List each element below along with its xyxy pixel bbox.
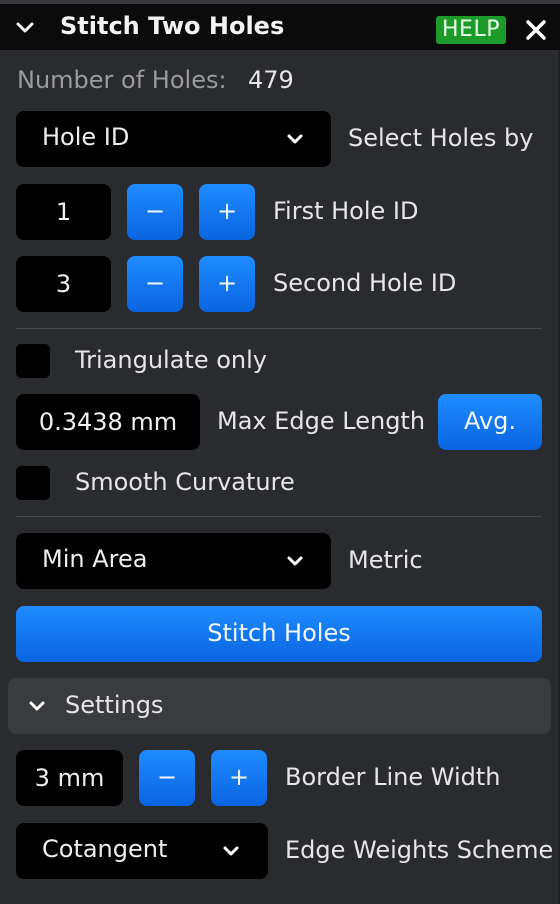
smooth-curvature-checkbox[interactable]	[16, 466, 50, 500]
stitch-holes-button[interactable]: Stitch Holes	[16, 606, 542, 662]
edge-weights-label: Edge Weights Scheme	[285, 836, 554, 864]
border-line-width-label: Border Line Width	[285, 763, 501, 791]
max-edge-length-field[interactable]: 0.3438 mm	[16, 394, 200, 450]
hole-count-value: 479	[248, 66, 294, 94]
edge-weights-dropdown[interactable]: Cotangent	[16, 823, 268, 879]
chevron-down-icon	[287, 134, 303, 144]
chevron-down-icon	[287, 556, 303, 566]
settings-header-label: Settings	[65, 691, 164, 719]
max-edge-length-label: Max Edge Length	[217, 407, 426, 435]
select-holes-by-value: Hole ID	[42, 123, 130, 151]
first-hole-decrement-button[interactable]: −	[127, 184, 183, 240]
select-holes-by-label: Select Holes by	[348, 124, 534, 152]
hole-count-label: Number of Holes:	[17, 66, 227, 94]
select-holes-by-dropdown[interactable]: Hole ID	[16, 111, 331, 167]
help-button[interactable]: HELP	[436, 16, 506, 44]
border-width-increment-button[interactable]: +	[211, 750, 267, 806]
second-hole-decrement-button[interactable]: −	[127, 256, 183, 312]
close-icon[interactable]	[525, 19, 547, 41]
smooth-curvature-label: Smooth Curvature	[75, 468, 295, 496]
stitch-two-holes-panel: Stitch Two Holes HELP Number of Holes: 4…	[0, 0, 560, 904]
second-hole-id-label: Second Hole ID	[273, 269, 457, 297]
settings-section-header[interactable]: Settings	[8, 678, 551, 734]
collapse-chevron-icon[interactable]	[14, 17, 36, 39]
edge-weights-value: Cotangent	[42, 835, 168, 863]
chevron-down-icon	[29, 701, 45, 711]
divider	[16, 328, 542, 329]
divider	[16, 516, 542, 517]
metric-label: Metric	[348, 546, 423, 574]
second-hole-increment-button[interactable]: +	[199, 256, 255, 312]
metric-dropdown[interactable]: Min Area	[16, 533, 331, 589]
second-hole-id-field[interactable]: 3	[16, 256, 111, 312]
triangulate-only-checkbox[interactable]	[16, 344, 50, 378]
triangulate-only-label: Triangulate only	[75, 346, 267, 374]
first-hole-increment-button[interactable]: +	[199, 184, 255, 240]
metric-value: Min Area	[42, 545, 148, 573]
chevron-down-icon	[223, 846, 239, 856]
first-hole-id-label: First Hole ID	[273, 197, 419, 225]
border-line-width-field[interactable]: 3 mm	[16, 750, 123, 806]
average-button[interactable]: Avg.	[438, 394, 542, 450]
window-title: Stitch Two Holes	[60, 12, 285, 40]
border-width-decrement-button[interactable]: −	[139, 750, 195, 806]
title-bar: Stitch Two Holes HELP	[0, 0, 560, 50]
first-hole-id-field[interactable]: 1	[16, 184, 111, 240]
